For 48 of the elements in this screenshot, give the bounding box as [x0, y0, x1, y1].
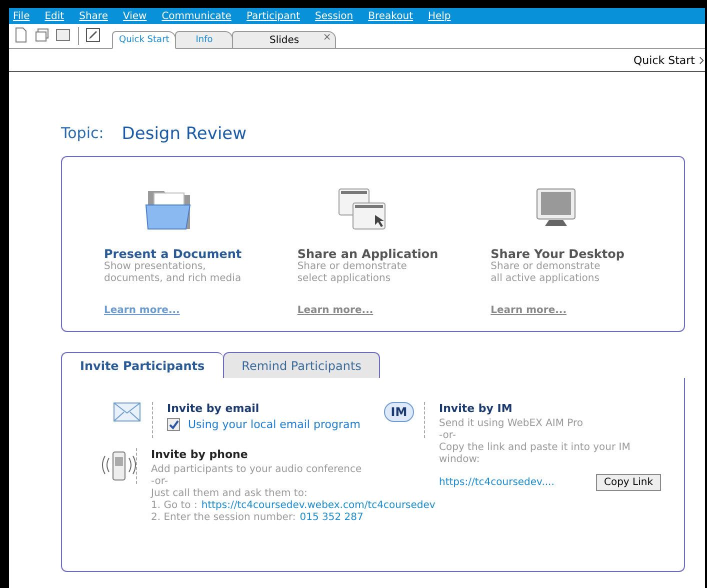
tab[interactable]: Invite Participants	[61, 352, 223, 378]
step-label: 2. Enter the session number:	[151, 512, 296, 524]
menu-item[interactable]: File	[13, 10, 30, 22]
menu-item[interactable]: Edit	[44, 10, 64, 22]
option-title[interactable]: Share an Application	[297, 247, 491, 261]
section-description: Add participants to your audio conference -or- Just call them and ask them to:	[151, 464, 363, 500]
meeting-link[interactable]: https://tc4coursedev.webex.com/tc4coursedev	[201, 500, 436, 512]
menu-item[interactable]: Help	[428, 10, 451, 22]
section-title: Invite by IM	[439, 402, 514, 415]
checkbox-label[interactable]: Using your local email program	[188, 418, 360, 431]
envelope-icon	[113, 402, 141, 422]
screen-icon[interactable]	[55, 27, 71, 43]
windows-icon[interactable]	[34, 27, 50, 43]
option-title[interactable]: Share Your Desktop	[490, 247, 684, 261]
option-description: Share or demonstrate all active applications	[490, 261, 602, 286]
option-description: Show presentations, documents, and rich media	[104, 261, 242, 286]
meeting-link[interactable]: https://tc4coursedev....	[439, 477, 554, 488]
tab[interactable]: Slides ×	[232, 31, 336, 48]
learn-more-link[interactable]: Learn more...	[490, 305, 684, 316]
close-button[interactable]: ×	[322, 32, 332, 43]
document-icon[interactable]	[13, 27, 29, 43]
chevron-icon[interactable]	[699, 56, 704, 64]
topic-label: Topic:	[61, 124, 104, 144]
menu-item[interactable]: Communicate	[162, 10, 232, 22]
tab[interactable]: Remind Participants	[222, 352, 380, 378]
menu-item[interactable]: Participant	[246, 10, 300, 22]
im-bubble-icon: IM	[384, 402, 414, 422]
learn-more-link[interactable]: Learn more...	[104, 305, 298, 316]
learn-more-link[interactable]: Learn more...	[297, 305, 491, 316]
tab[interactable]: Info	[175, 31, 234, 48]
copy-link-button[interactable]: Copy Link	[596, 474, 661, 491]
section-title: Invite by email	[167, 402, 260, 415]
menu-item[interactable]: Session	[314, 10, 354, 22]
topic-title: Design Review	[122, 124, 247, 144]
menu-item[interactable]: Share	[79, 10, 108, 22]
breadcrumb: Quick Start	[634, 54, 695, 66]
section-title: Invite by phone	[151, 448, 249, 461]
menu-item[interactable]: View	[122, 10, 147, 22]
windows-icon[interactable]	[337, 187, 388, 231]
menu-item[interactable]: Breakout	[368, 10, 413, 22]
edit-icon[interactable]	[85, 27, 101, 43]
session-number: 015 352 287	[300, 512, 364, 524]
tab[interactable]: Quick Start	[112, 31, 176, 49]
checkbox[interactable]	[167, 418, 180, 431]
section-description: Send it using WebEX AIM Pro -or- Copy the link and paste it into your IM window:	[439, 418, 632, 466]
step-label: 1. Go to :	[151, 500, 198, 512]
option-title[interactable]: Present a Document	[104, 247, 298, 261]
option-description: Share or demonstrate select applications	[297, 261, 408, 286]
